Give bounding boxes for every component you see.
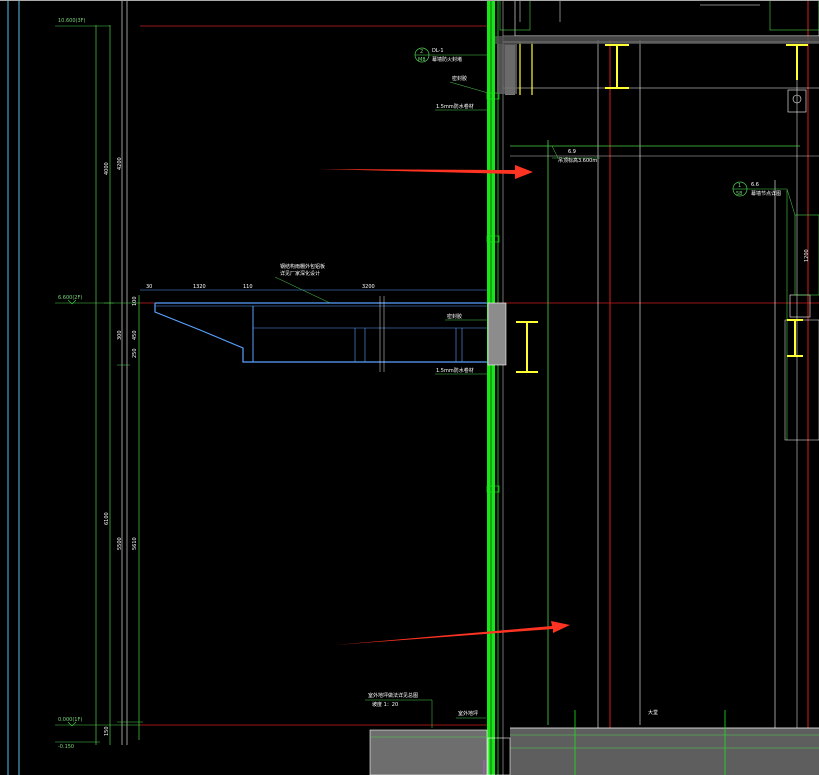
- ref-b-text2: 幕墙节点详图: [751, 190, 781, 197]
- i-beam-1: [605, 44, 629, 89]
- dim-6100: 6100: [104, 512, 110, 525]
- level-mid-text: 6.600(2F): [58, 295, 82, 301]
- cad-drawing-canvas: 10.600(3F) 6.600(2F) 0.000(1F) -0.150 40…: [0, 0, 819, 775]
- ground-label-3: 室外地坪: [458, 710, 478, 717]
- canopy-dim-110: 110: [243, 284, 253, 290]
- ref-b-text1: 6.6: [751, 182, 759, 188]
- callout-membrane-top: 1.5mm防水卷材: [435, 103, 488, 111]
- ref-a-text1: DL-1: [432, 48, 444, 54]
- i-beam-4: [787, 319, 803, 357]
- canopy-dim-30: 30: [146, 284, 152, 290]
- canopy-dim-3200: 3200: [362, 284, 375, 290]
- callout-detail-ref-a: 2 M8 DL-1 幕墙防火封堵: [414, 47, 488, 63]
- i-beam-2: [516, 321, 538, 373]
- membrane-label-top: 1.5mm防水卷材: [436, 103, 474, 110]
- ground-slab: 室外地坪做法详见总图 坡度 1：20 室外地坪 大堂: [365, 692, 819, 775]
- curtain-wall: [486, 0, 515, 775]
- dim-300: 300: [117, 330, 123, 340]
- level-mark-below: -0.150: [55, 741, 100, 750]
- level-below-text: -0.150: [58, 744, 74, 750]
- dim-4200: 4200: [117, 157, 123, 170]
- dim-250: 250: [132, 348, 138, 358]
- canopy-dim-1320: 1320: [193, 284, 206, 290]
- sealant-label-mid: 密封胶: [447, 313, 462, 320]
- dim-100: 100: [132, 296, 138, 306]
- callout-sealant-mid: 密封胶: [445, 313, 488, 321]
- callout-sealant-top: 密封胶: [449, 75, 489, 94]
- canopy: 30 1320 110 3200 钢结构雨棚外包铝板 详见厂家深化设计: [140, 263, 490, 372]
- hall-label: 大堂: [648, 709, 658, 716]
- red-arrow-lower: [335, 621, 570, 645]
- level-bottom-text: 0.000(1F): [58, 717, 82, 723]
- membrane-label-mid: 1.5mm防水卷材: [436, 367, 474, 374]
- callout-ceiling: 6.9 吊顶标高3.600m: [551, 145, 600, 164]
- dim-150: 150: [104, 726, 110, 736]
- i-beam-3: [786, 44, 808, 80]
- ref-b-sheet: 58: [736, 191, 742, 197]
- canopy-label-1: 钢结构雨棚外包铝板: [280, 263, 325, 270]
- callout-membrane-mid: 1.5mm防水卷材: [435, 367, 488, 375]
- callout-detail-ref-b: 1 58 6.6 幕墙节点详图: [732, 181, 796, 216]
- slab-section-top: [495, 36, 819, 94]
- vertical-dim-1200: 1200: [804, 249, 810, 262]
- ceiling-code: 6.9: [568, 149, 576, 155]
- ref-a-text2: 幕墙防火封堵: [432, 56, 462, 63]
- steel-beams: [516, 42, 808, 373]
- dim-5610: 5610: [132, 537, 138, 550]
- red-arrow-upper: [320, 165, 533, 179]
- dim-4000: 4000: [104, 162, 110, 175]
- left-dimension-lines: [7, 0, 140, 775]
- dim-5500: 5500: [117, 537, 123, 550]
- ref-a-number: 2: [420, 49, 423, 55]
- ground-label-2: 坡度 1：20: [372, 701, 398, 708]
- ceiling-label: 吊顶标高3.600m: [558, 157, 597, 164]
- floor-lines: [140, 25, 819, 726]
- interior-structure: 1200: [499, 0, 819, 775]
- sealant-label-top: 密封胶: [452, 75, 467, 82]
- level-mark-top: 10.600(3F): [55, 18, 110, 27]
- ground-label-1: 室外地坪做法详见总图: [368, 692, 418, 699]
- ref-a-sheet: M8: [418, 57, 426, 63]
- canopy-label-2: 详见厂家深化设计: [280, 270, 320, 277]
- ref-b-number: 1: [738, 183, 741, 189]
- dim-450: 450: [132, 330, 138, 340]
- level-top-text: 10.600(3F): [58, 18, 86, 24]
